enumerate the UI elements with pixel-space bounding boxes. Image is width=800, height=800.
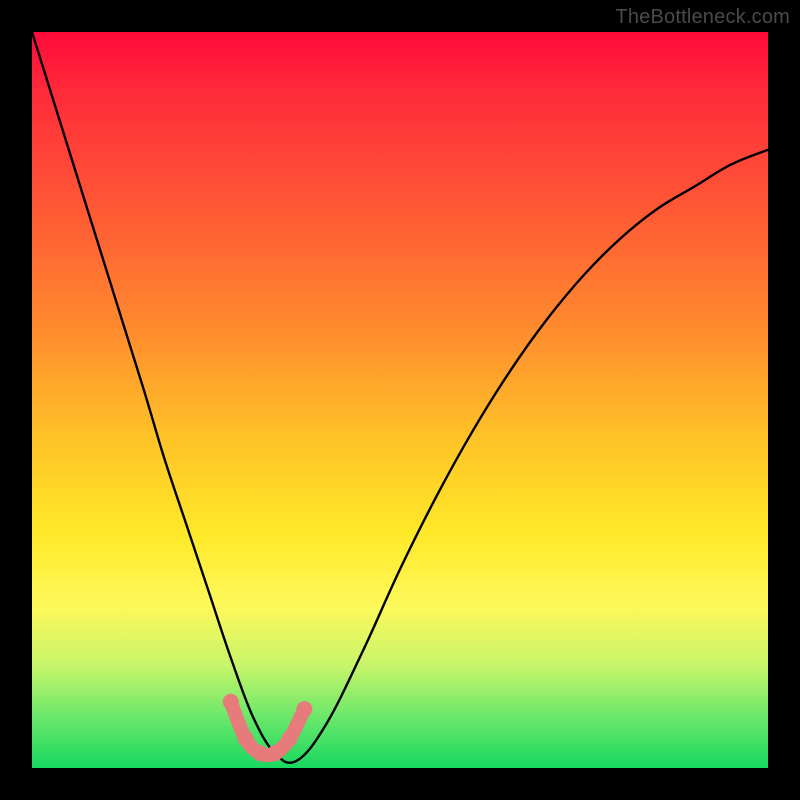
bottleneck-curve — [32, 32, 768, 763]
marker-dot — [237, 731, 253, 747]
chart-svg — [32, 32, 768, 768]
marker-dot — [223, 694, 239, 710]
marker-dot — [267, 745, 283, 761]
low-bottleneck-marker — [231, 702, 305, 756]
chart-frame: TheBottleneck.com — [0, 0, 800, 800]
marker-dot — [296, 701, 312, 717]
marker-dot — [252, 745, 268, 761]
marker-dot — [282, 731, 298, 747]
chart-plot-area — [32, 32, 768, 768]
attribution-label: TheBottleneck.com — [615, 6, 790, 29]
